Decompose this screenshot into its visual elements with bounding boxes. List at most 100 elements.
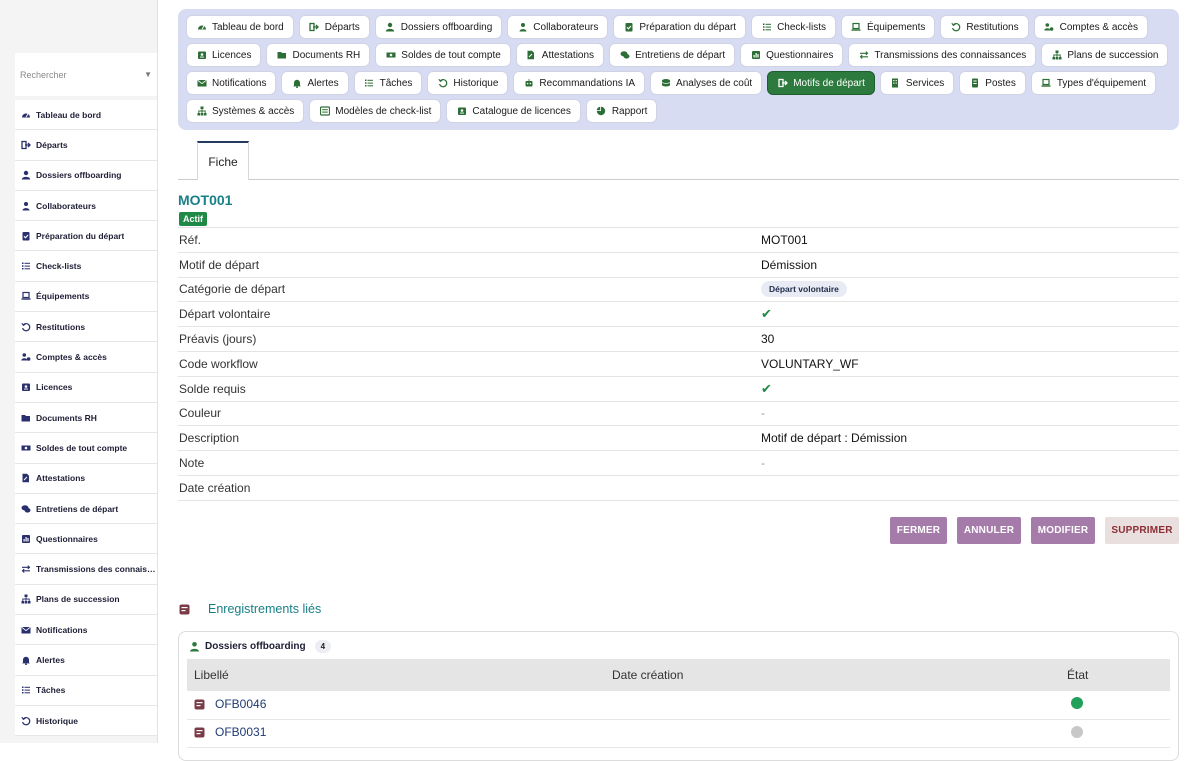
nav-chip-plans-de-succession[interactable]: Plans de succession [1041,43,1169,67]
nav-chip-preparation-du-depart[interactable]: Préparation du départ [613,15,747,39]
delete-button[interactable]: SUPPRIMER [1105,517,1179,544]
sidebar-item-comptes-acces[interactable]: Comptes & accès [15,342,157,373]
sidebar-item-restitutions[interactable]: Restitutions [15,312,157,343]
tasks-icon [21,685,31,695]
nav-chip-taches[interactable]: Tâches [353,71,423,95]
sidebar-item-equipements[interactable]: Équipements [15,281,157,313]
nav-chip-restitutions[interactable]: Restitutions [940,15,1029,39]
file-signature-icon [21,473,31,483]
sidebar-item-label: Tableau de bord [36,109,102,120]
nav-chip-equipements[interactable]: Équipements [840,15,936,39]
nav-chip-types-d-equipement[interactable]: Types d'équipement [1030,71,1157,95]
id-badge-icon [21,382,31,392]
sidebar-item-label: Check-lists [36,261,82,272]
sidebar-item-label: Départs [36,139,68,150]
sidebar-item-documents-rh[interactable]: Documents RH [15,402,157,434]
related-records-title: Enregistrements liés [208,602,322,616]
user-icon [21,201,31,211]
top-navigation: Tableau de bord Départs Dossiers offboardi… [178,9,1179,130]
record-link-label: OFB0046 [215,697,267,711]
nav-chip-recommandations-ia[interactable]: Recommandations IA [513,71,646,95]
field-row-description: Description Motif de départ : Démission [178,426,1179,452]
sidebar-item-plans-de-succession[interactable]: Plans de succession [15,584,157,616]
status-badge: Actif [179,212,207,226]
sidebar-item-notifications[interactable]: Notifications [15,615,157,646]
sidebar-item-soldes-de-tout-compte[interactable]: Soldes de tout compte [15,433,157,464]
nav-chip-label: Alertes [307,77,339,89]
cancel-button[interactable]: ANNULER [957,517,1021,544]
sidebar-item-check-lists[interactable]: Check-lists [15,251,157,282]
nav-chip-motifs-de-depart[interactable]: Motifs de départ [767,71,875,95]
cell-date [605,691,1060,720]
money-bill-icon [385,50,396,61]
nav-chip-questionnaires[interactable]: Questionnaires [740,43,844,67]
sidebar-item-tableau-de-bord[interactable]: Tableau de bord [15,100,157,131]
sidebar-item-alertes[interactable]: Alertes [15,645,157,676]
nav-chip-label: Plans de succession [1067,49,1159,61]
history-icon [21,716,31,726]
nav-chip-soldes-de-tout-compte[interactable]: Soldes de tout compte [375,43,511,67]
sidebar-search-select[interactable]: Rechercher ▼ [15,53,157,96]
robot-icon [523,78,534,89]
close-button[interactable]: FERMER [890,517,947,544]
column-header-label[interactable]: Libellé [187,659,605,691]
nav-chip-label: Motifs de départ [793,77,865,89]
nav-chip-label: Soldes de tout compte [401,49,501,61]
nav-chip-postes[interactable]: Postes [959,71,1026,95]
nav-chip-dossiers-offboarding[interactable]: Dossiers offboarding [374,15,503,39]
nav-chip-notifications[interactable]: Notifications [186,71,277,95]
nav-chip-licences[interactable]: Licences [186,43,262,67]
nav-chip-catalogue-de-licences[interactable]: Catalogue de licences [446,99,581,123]
nav-chip-check-lists[interactable]: Check-lists [751,15,836,39]
nav-chip-analyses-de-cout[interactable]: Analyses de coût [650,71,763,95]
nav-chip-modeles-de-check-list[interactable]: Modèles de check-list [309,99,442,123]
sidebar-item-preparation-du-depart[interactable]: Préparation du départ [15,221,157,252]
sidebar-item-dossiers-offboarding[interactable]: Dossiers offboarding [15,160,157,191]
table-row[interactable]: OFB0046 [187,691,1170,720]
nav-chip-label: Recommandations IA [539,77,636,89]
sidebar-item-transmissions-des-connaissances[interactable]: Transmissions des connaissances [15,554,157,585]
sidebar-item-historique[interactable]: Historique [15,705,157,737]
nav-chip-departs[interactable]: Départs [298,15,370,39]
nav-chip-comptes-acces[interactable]: Comptes & accès [1033,15,1148,39]
sidebar-item-attestations[interactable]: Attestations [15,463,157,494]
edit-button[interactable]: MODIFIER [1031,517,1095,544]
sidebar-item-questionnaires[interactable]: Questionnaires [15,524,157,555]
nav-chip-alertes[interactable]: Alertes [281,71,349,95]
nav-chip-historique[interactable]: Historique [427,71,509,95]
field-value-cell: Départ volontaire [761,281,847,298]
history-icon [437,78,448,89]
sidebar-item-entretiens-de-depart[interactable]: Entretiens de départ [15,493,157,525]
sidebar-item-departs[interactable]: Départs [15,130,157,161]
exchange-icon [21,564,31,574]
sidebar-item-licences[interactable]: Licences [15,372,157,403]
nav-chip-documents-rh[interactable]: Documents RH [266,43,371,67]
nav-chip-systemes-acces[interactable]: Systèmes & accès [186,99,305,123]
nav-chip-entretiens-de-depart[interactable]: Entretiens de départ [609,43,736,67]
field-value-cell: VOLUNTARY_WF [761,357,859,371]
check-icon: ✔ [761,380,772,396]
field-row-depart-volontaire: Départ volontaire ✔ [178,302,1179,328]
nav-chip-transmissions-des-connaissances[interactable]: Transmissions des connaissances [848,43,1037,67]
field-value: Démission [761,257,818,272]
record-link[interactable]: OFB0046 [194,697,266,711]
network-icon [196,106,207,117]
poll-icon [750,50,761,61]
nav-chip-label: Rapport [611,105,648,117]
top-navigation-chips: Tableau de bord Départs Dossiers offboardi… [186,15,1171,123]
clipboard-check-icon [623,22,634,33]
nav-chip-label: Catalogue de licences [472,105,571,117]
column-header-state[interactable]: État [1060,659,1170,691]
nav-chip-services[interactable]: Services [879,71,955,95]
sidebar-item-collaborateurs[interactable]: Collaborateurs [15,190,157,222]
sitemap-icon [21,594,31,604]
tab-fiche[interactable]: Fiche [197,141,249,180]
sidebar-item-label: Documents RH [36,412,97,423]
nav-chip-rapport[interactable]: Rapport [585,99,658,123]
column-header-date[interactable]: Date création [605,659,1060,691]
nav-chip-attestations[interactable]: Attestations [515,43,605,67]
sidebar-item-taches[interactable]: Tâches [15,675,157,706]
nav-chip-collaborateurs[interactable]: Collaborateurs [507,15,609,39]
nav-chip-tableau-de-bord[interactable]: Tableau de bord [186,15,294,39]
record-link[interactable]: OFB0031 [194,725,266,739]
